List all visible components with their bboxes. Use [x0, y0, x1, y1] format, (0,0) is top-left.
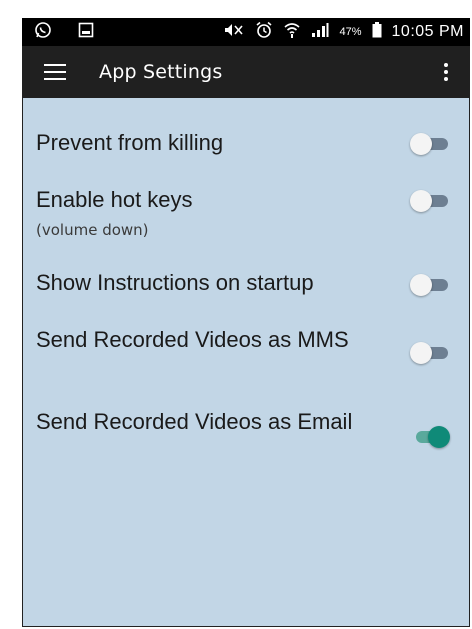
more-vert-icon[interactable]: [444, 63, 448, 81]
app-screen: [22, 20, 470, 627]
image-icon: [78, 22, 94, 43]
toggle-switch[interactable]: [410, 425, 450, 448]
setting-label: Show Instructions on startup: [36, 270, 314, 295]
hamburger-menu-icon[interactable]: [44, 64, 66, 80]
setting-label: Send Recorded Videos as MMS: [36, 327, 349, 352]
signal-icon: [311, 22, 329, 43]
setting-label: Enable hot keys: [36, 187, 193, 212]
battery-percent: 47%: [339, 26, 362, 38]
page-title: App Settings: [99, 61, 223, 83]
setting-label: Prevent from killing: [36, 130, 224, 155]
app-toolbar: App Settings: [22, 46, 470, 98]
setting-subtitle: (volume down): [36, 221, 149, 239]
clock: 10:05 PM: [391, 23, 464, 40]
mute-icon: [223, 22, 245, 43]
toggle-switch[interactable]: [410, 189, 450, 212]
alarm-icon: [255, 21, 273, 44]
status-bar: 47% 10:05 PM: [22, 18, 470, 46]
whatsapp-icon: [34, 21, 52, 44]
setting-label: Send Recorded Videos as Email: [36, 409, 353, 434]
toggle-switch[interactable]: [410, 132, 450, 155]
wifi-icon: [283, 21, 301, 44]
toggle-switch[interactable]: [410, 341, 450, 364]
toggle-switch[interactable]: [410, 273, 450, 296]
battery-icon: [372, 21, 382, 43]
